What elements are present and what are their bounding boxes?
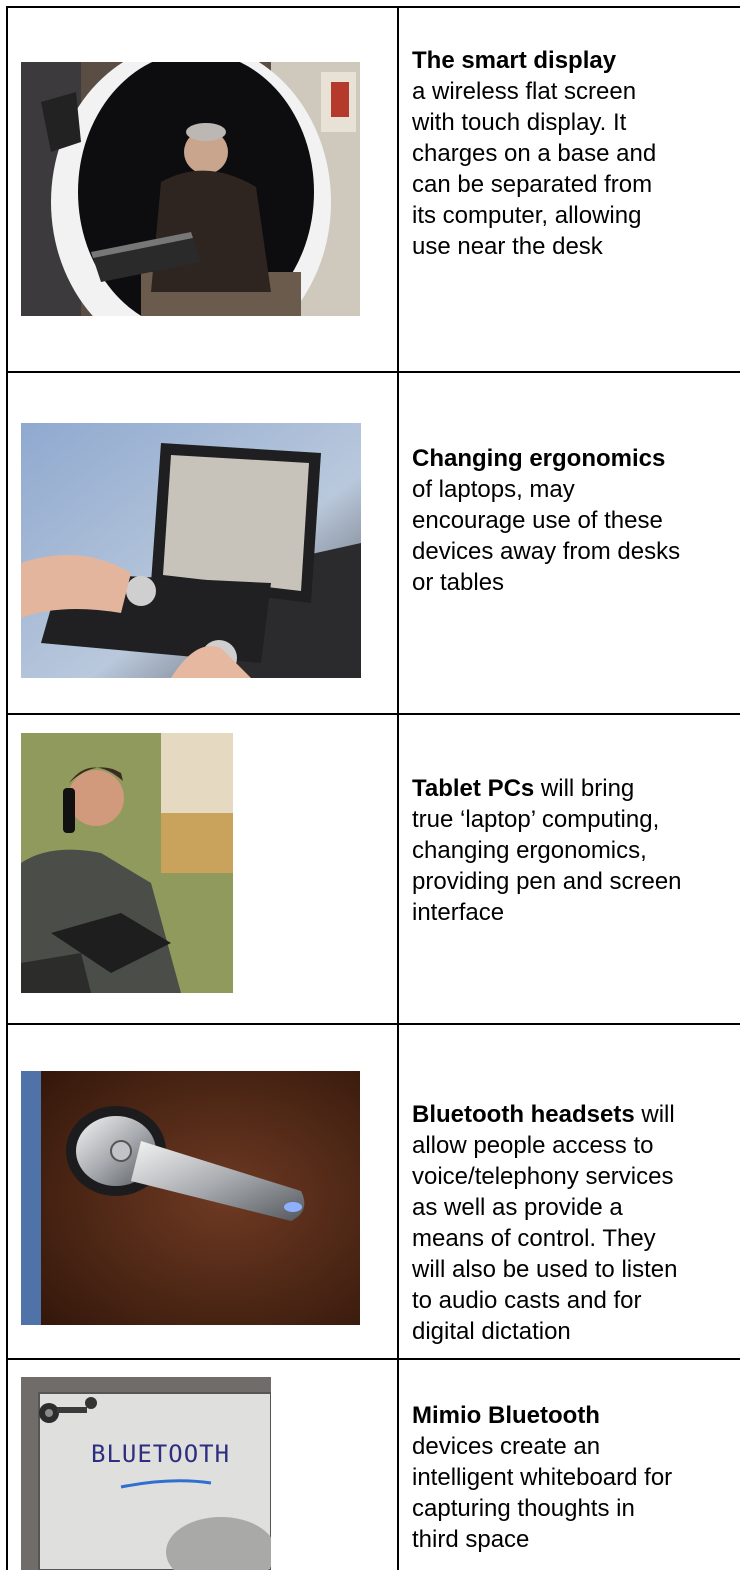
table-left-border <box>6 6 8 1570</box>
row-5-line: devices create an <box>412 1433 601 1460</box>
row-1-line: its computer, allowing <box>412 202 642 229</box>
row-divider <box>6 1023 740 1025</box>
row-2-line: devices away from desks <box>412 538 681 565</box>
laptop-photo <box>21 423 361 678</box>
row-4-line: voice/telephony services <box>412 1163 674 1190</box>
row-4-line: to audio casts and for <box>412 1287 642 1314</box>
row-3-title-tail: will bring <box>534 775 635 802</box>
row-1-text: The smart display a wireless flat screen… <box>412 45 740 262</box>
row-divider <box>6 1358 740 1360</box>
table-column-divider <box>397 6 399 1570</box>
row-1-line: a wireless flat screen <box>412 78 637 105</box>
row-4-line: digital dictation <box>412 1318 571 1345</box>
row-2-line: encourage use of these <box>412 507 663 534</box>
row-divider <box>6 713 740 715</box>
row-2-line: of laptops, may <box>412 476 575 503</box>
row-4-title-tail: will <box>634 1101 675 1128</box>
row-1-line: can be separated from <box>412 171 653 198</box>
row-4-text: Bluetooth headsets will allow people acc… <box>412 1099 740 1347</box>
whiteboard-text: BLUETOOTH <box>91 1440 230 1468</box>
row-3-line: changing ergonomics, <box>412 837 647 864</box>
row-2-line: or tables <box>412 569 505 596</box>
row-4-line: will also be used to listen <box>412 1256 678 1283</box>
row-3-text: Tablet PCs will bring true ‘laptop’ comp… <box>412 773 740 928</box>
row-1-line: with touch display. It <box>412 109 627 136</box>
whiteboard-photo: BLUETOOTH <box>21 1377 271 1570</box>
row-3-title: Tablet PCs <box>412 775 535 802</box>
row-4-line: means of control. They <box>412 1225 656 1252</box>
row-4-title-line: Bluetooth headsets will <box>412 1099 740 1130</box>
row-5-title: Mimio Bluetooth <box>412 1402 600 1429</box>
table-top-border <box>6 6 740 8</box>
row-1-title: The smart display <box>412 47 617 74</box>
smart-display-photo <box>21 62 360 316</box>
row-3-title-line: Tablet PCs will bring <box>412 773 740 804</box>
row-5-line: intelligent whiteboard for <box>412 1464 673 1491</box>
row-1-line: use near the desk <box>412 233 603 260</box>
row-5-text: Mimio Bluetooth devices create an intell… <box>412 1400 740 1555</box>
row-4-title: Bluetooth headsets <box>412 1101 635 1128</box>
bluetooth-headset-photo <box>21 1071 360 1325</box>
row-5-line: third space <box>412 1526 530 1553</box>
row-3-line: providing pen and screen <box>412 868 682 895</box>
row-divider <box>6 371 740 373</box>
row-2-title: Changing ergonomics <box>412 445 666 472</box>
row-3-line: true ‘laptop’ computing, <box>412 806 660 833</box>
tablet-pc-photo <box>21 733 233 993</box>
row-3-line: interface <box>412 899 505 926</box>
row-4-line: allow people access to <box>412 1132 654 1159</box>
row-5-line: capturing thoughts in <box>412 1495 635 1522</box>
row-2-text: Changing ergonomics of laptops, may enco… <box>412 443 740 598</box>
row-1-line: charges on a base and <box>412 140 657 167</box>
row-4-line: as well as provide a <box>412 1194 623 1221</box>
